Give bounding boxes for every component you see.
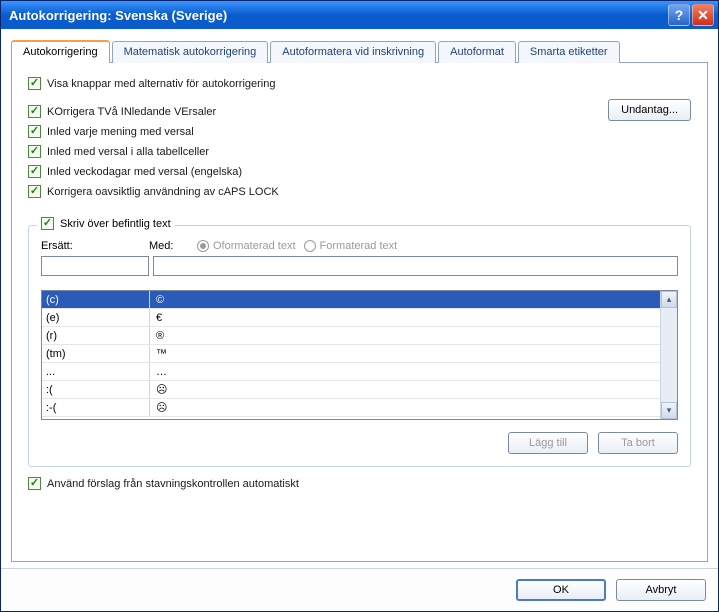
list-cell-from: (r)	[42, 327, 150, 344]
list-cell-to: ☹	[150, 399, 660, 416]
list-row[interactable]: (e) €	[42, 309, 660, 327]
scroll-down-icon[interactable]: ▾	[661, 402, 677, 419]
check-spell-row: Använd förslag från stavningskontrollen …	[28, 477, 691, 490]
list-cell-from: (tm)	[42, 345, 150, 362]
tab-autoformat-typing[interactable]: Autoformatera vid inskrivning	[270, 41, 436, 63]
list-cell-from: :(	[42, 381, 150, 398]
with-input[interactable]	[153, 256, 678, 276]
check-show-buttons[interactable]	[28, 77, 41, 90]
list-cell-from: (c)	[42, 291, 150, 308]
window-title: Autokorrigering: Svenska (Sverige)	[9, 8, 666, 23]
radio-formatted[interactable]	[304, 240, 316, 252]
cancel-button[interactable]: Avbryt	[616, 579, 706, 601]
list-cell-to: …	[150, 363, 660, 380]
check-replace-text[interactable]	[41, 217, 54, 230]
check-cap-sentence-row: Inled varje mening med versal	[28, 125, 691, 138]
client-area: Autokorrigering Matematisk autokorrigeri…	[1, 29, 718, 568]
tab-panel: Visa knappar med alternativ för autokorr…	[11, 63, 708, 562]
check-cap-sentence[interactable]	[28, 125, 41, 138]
help-button[interactable]: ?	[668, 4, 690, 26]
check-cap-days-row: Inled veckodagar med versal (engelska)	[28, 165, 691, 178]
list-row[interactable]: :-( ☹	[42, 399, 660, 417]
group-legend: Skriv över befintlig text	[37, 217, 175, 230]
list-cell-to: €	[150, 309, 660, 326]
check-caps-lock-label: Korrigera oavsiktlig användning av cAPS …	[47, 186, 279, 198]
check-cap-cells[interactable]	[28, 145, 41, 158]
check-two-initial-row: KOrrigera TVå INledande VErsaler	[28, 105, 691, 118]
tab-autocorrect[interactable]: Autokorrigering	[11, 40, 110, 63]
inputs-row	[41, 256, 678, 276]
replace-input[interactable]	[41, 256, 149, 276]
radio-formatted-label: Formaterad text	[320, 240, 398, 252]
group-buttons: Lägg till Ta bort	[41, 432, 678, 454]
check-show-buttons-label: Visa knappar med alternativ för autokorr…	[47, 78, 275, 90]
with-label: Med:	[149, 240, 189, 252]
list-cell-from: (e)	[42, 309, 150, 326]
exceptions-button[interactable]: Undantag...	[608, 99, 691, 121]
tab-math-autocorrect[interactable]: Matematisk autokorrigering	[112, 41, 269, 63]
dialog-window: Autokorrigering: Svenska (Sverige) ? ✕ A…	[0, 0, 719, 612]
add-button[interactable]: Lägg till	[508, 432, 588, 454]
close-button[interactable]: ✕	[692, 4, 714, 26]
labels-row: Ersätt: Med: Oformaterad text Formaterad…	[41, 240, 678, 252]
check-spell[interactable]	[28, 477, 41, 490]
replace-list: (c) © (e) € (r) ® (tm) ™	[41, 290, 678, 420]
list-row[interactable]: :( ☹	[42, 381, 660, 399]
group-legend-label: Skriv över befintlig text	[60, 218, 171, 230]
tab-autoformat[interactable]: Autoformat	[438, 41, 516, 63]
list-cell-to: ☹	[150, 381, 660, 398]
check-cap-cells-row: Inled med versal i alla tabellceller	[28, 145, 691, 158]
radio-plain[interactable]	[197, 240, 209, 252]
scroll-up-icon[interactable]: ▴	[661, 291, 677, 308]
tab-smart-tags[interactable]: Smarta etiketter	[518, 41, 620, 63]
check-cap-days-label: Inled veckodagar med versal (engelska)	[47, 166, 242, 178]
list-row[interactable]: (tm) ™	[42, 345, 660, 363]
check-spell-label: Använd förslag från stavningskontrollen …	[47, 478, 299, 490]
check-caps-lock-row: Korrigera oavsiktlig användning av cAPS …	[28, 185, 691, 198]
scroll-track[interactable]	[661, 308, 677, 402]
list-cell-to: ®	[150, 327, 660, 344]
check-cap-days[interactable]	[28, 165, 41, 178]
list-body[interactable]: (c) © (e) € (r) ® (tm) ™	[42, 291, 660, 419]
replace-groupbox: Skriv över befintlig text Ersätt: Med: O…	[28, 225, 691, 467]
list-cell-to: ™	[150, 345, 660, 362]
list-cell-to: ©	[150, 291, 660, 308]
replace-label: Ersätt:	[41, 240, 149, 252]
ok-button[interactable]: OK	[516, 579, 606, 601]
list-scrollbar[interactable]: ▴ ▾	[660, 291, 677, 419]
check-two-initial[interactable]	[28, 105, 41, 118]
check-two-initial-label: KOrrigera TVå INledande VErsaler	[47, 106, 216, 118]
radio-plain-label: Oformaterad text	[213, 240, 296, 252]
tabstrip: Autokorrigering Matematisk autokorrigeri…	[11, 39, 708, 63]
list-row[interactable]: ... …	[42, 363, 660, 381]
titlebar: Autokorrigering: Svenska (Sverige) ? ✕	[1, 1, 718, 29]
check-caps-lock[interactable]	[28, 185, 41, 198]
list-cell-from: :-(	[42, 399, 150, 416]
list-cell-from: ...	[42, 363, 150, 380]
dialog-buttons: OK Avbryt	[1, 568, 718, 611]
delete-button[interactable]: Ta bort	[598, 432, 678, 454]
list-row[interactable]: (c) ©	[42, 291, 660, 309]
list-row[interactable]: (r) ®	[42, 327, 660, 345]
check-cap-cells-label: Inled med versal i alla tabellceller	[47, 146, 209, 158]
check-cap-sentence-label: Inled varje mening med versal	[47, 126, 194, 138]
check-show-buttons-row: Visa knappar med alternativ för autokorr…	[28, 77, 691, 90]
